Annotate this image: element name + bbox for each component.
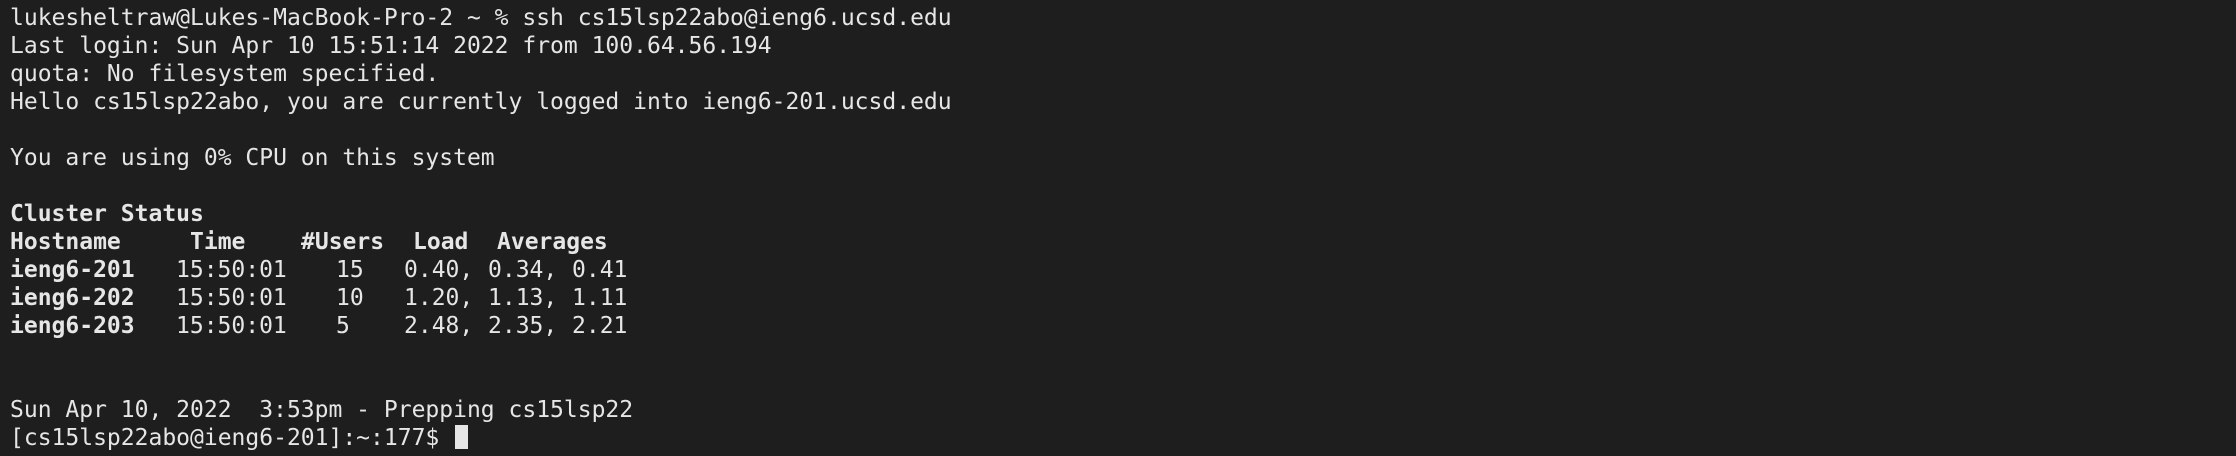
cluster-row: ieng6-203 15:50:01 5 2.48, 2.35, 2.21 — [10, 312, 952, 340]
cluster-row: ieng6-201 15:50:01 15 0.40, 0.34, 0.41 — [10, 256, 952, 284]
load-avg-15: 1.11 — [572, 285, 628, 311]
load-avg-1: 1.20, — [404, 285, 474, 311]
host-name: ieng6-203 — [10, 313, 135, 339]
last-login-line: Last login: Sun Apr 10 15:51:14 2022 fro… — [10, 33, 772, 59]
remote-prompt: [cs15lsp22abo@ieng6-201]:~:177$ — [10, 425, 454, 451]
host-users: 5 — [336, 313, 350, 339]
quota-line: quota: No filesystem specified. — [10, 61, 440, 87]
header-hostname: Hostname — [10, 229, 121, 255]
host-name: ieng6-201 — [10, 257, 135, 283]
remote-prompt-line[interactable]: [cs15lsp22abo@ieng6-201]:~:177$ — [10, 424, 952, 452]
load-avg-5: 1.13, — [488, 285, 558, 311]
load-avg-15: 0.41 — [572, 257, 628, 283]
host-time: 15:50:01 — [176, 257, 287, 283]
load-avg-1: 2.48, — [404, 313, 474, 339]
header-time: Time — [190, 229, 246, 255]
header-load: Load — [413, 229, 469, 255]
cluster-table-header: Hostname Time #Users Load Averages — [10, 228, 952, 256]
cluster-row: ieng6-202 15:50:01 10 1.20, 1.13, 1.11 — [10, 284, 952, 312]
local-prompt-line: lukesheltraw@Lukes-MacBook-Pro-2 ~ % ssh… — [10, 5, 952, 31]
load-avg-1: 0.40, — [404, 257, 474, 283]
terminal-output: lukesheltraw@Lukes-MacBook-Pro-2 ~ % ssh… — [10, 4, 952, 452]
terminal-window[interactable]: lukesheltraw@Lukes-MacBook-Pro-2 ~ % ssh… — [0, 0, 2236, 456]
header-averages: Averages — [497, 229, 608, 255]
host-name: ieng6-202 — [10, 285, 135, 311]
header-users: #Users — [301, 229, 385, 255]
host-time: 15:50:01 — [176, 285, 287, 311]
load-avg-5: 0.34, — [488, 257, 558, 283]
load-avg-15: 2.21 — [572, 313, 628, 339]
host-users: 10 — [336, 285, 364, 311]
cpu-line: You are using 0% CPU on this system — [10, 145, 495, 171]
text-cursor-icon — [455, 425, 469, 449]
hello-line: Hello cs15lsp22abo, you are currently lo… — [10, 89, 952, 115]
cluster-status-title: Cluster Status — [10, 201, 204, 227]
load-avg-5: 2.35, — [488, 313, 558, 339]
date-line: Sun Apr 10, 2022 3:53pm - Prepping cs15l… — [10, 397, 634, 423]
host-users: 15 — [336, 257, 364, 283]
host-time: 15:50:01 — [176, 313, 287, 339]
